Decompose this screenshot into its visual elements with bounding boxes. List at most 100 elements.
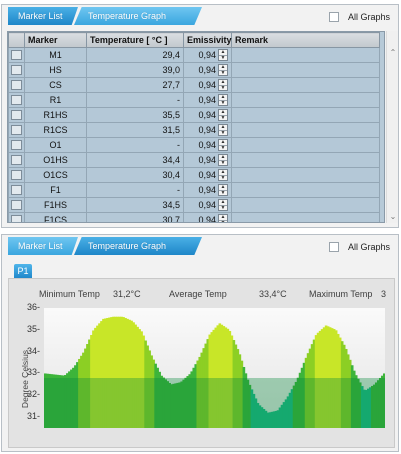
marker-cell: O1HS <box>24 152 87 168</box>
emissivity-spinner[interactable]: ▲ ▼ <box>218 214 228 222</box>
row-selector[interactable] <box>8 167 25 183</box>
temperature-cell: - <box>86 92 184 108</box>
row-selector[interactable] <box>8 197 25 213</box>
table-row[interactable]: O1HS 34,4 0,94 ▲ ▼ <box>8 152 380 168</box>
scroll-down-icon[interactable]: ⌄ <box>387 211 399 223</box>
spin-down-icon[interactable]: ▼ <box>219 175 227 181</box>
emissivity-value[interactable]: 0,94 <box>198 170 216 180</box>
spin-down-icon[interactable]: ▼ <box>219 190 227 196</box>
temperature-cell: 27,7 <box>86 77 184 93</box>
spin-down-icon[interactable]: ▼ <box>219 220 227 222</box>
y-tick-label: 32- <box>27 389 41 400</box>
emissivity-value[interactable]: 0,94 <box>198 125 216 135</box>
table-row[interactable]: R1-0,94 ▲ ▼ <box>8 92 380 108</box>
emissivity-value[interactable]: 0,94 <box>198 185 216 195</box>
table-scrollbar[interactable]: ⌃ ⌄ <box>386 31 398 223</box>
emissivity-value[interactable]: 0,94 <box>198 215 216 222</box>
table-row[interactable]: F1CS 30,7 0,94 ▲ ▼ <box>8 212 380 222</box>
temperature-cell: 39,0 <box>86 62 184 78</box>
emissivity-spinner[interactable]: ▲ ▼ <box>218 79 228 91</box>
emissivity-spinner[interactable]: ▲ ▼ <box>218 94 228 106</box>
all-graphs-toggle-2[interactable]: All Graphs <box>328 241 390 253</box>
spin-down-icon[interactable]: ▼ <box>219 130 227 136</box>
emissivity-value[interactable]: 0,94 <box>198 50 216 60</box>
emissivity-value[interactable]: 0,94 <box>198 155 216 165</box>
temperature-cell: - <box>86 182 184 198</box>
tab-temperature-graph[interactable]: Temperature Graph <box>74 7 202 25</box>
all-graphs-checkbox[interactable] <box>328 12 339 22</box>
table-row[interactable]: F1HS 34,5 0,94 ▲ ▼ <box>8 197 380 213</box>
emissivity-value[interactable]: 0,94 <box>198 200 216 210</box>
row-selector[interactable] <box>8 182 25 198</box>
row-selector[interactable] <box>8 107 25 123</box>
table-row[interactable]: HS 39,0 0,94 ▲ ▼ <box>8 62 380 78</box>
remark-cell[interactable] <box>231 212 380 222</box>
emissivity-spinner[interactable]: ▲ ▼ <box>218 124 228 136</box>
row-selector[interactable] <box>8 77 25 93</box>
column-header-remark[interactable]: Remark <box>231 32 380 48</box>
row-selector[interactable] <box>8 62 25 78</box>
row-selector[interactable] <box>8 122 25 138</box>
remark-cell[interactable] <box>231 77 380 93</box>
row-selector[interactable] <box>8 152 25 168</box>
tab-marker-list[interactable]: Marker List <box>8 7 78 25</box>
remark-cell[interactable] <box>231 92 380 108</box>
row-selector[interactable] <box>8 47 25 63</box>
table-row[interactable]: R1HS 35,5 0,94 ▲ ▼ <box>8 107 380 123</box>
all-graphs-checkbox-2[interactable] <box>328 242 339 252</box>
spin-down-icon[interactable]: ▼ <box>219 145 227 151</box>
emissivity-spinner[interactable]: ▲ ▼ <box>218 49 228 61</box>
row-selector[interactable] <box>8 137 25 153</box>
table-row[interactable]: F1-0,94 ▲ ▼ <box>8 182 380 198</box>
remark-cell[interactable] <box>231 152 380 168</box>
all-graphs-toggle[interactable]: All Graphs <box>328 11 390 23</box>
emissivity-spinner[interactable]: ▲ ▼ <box>218 169 228 181</box>
remark-cell[interactable] <box>231 122 380 138</box>
emissivity-spinner[interactable]: ▲ ▼ <box>218 184 228 196</box>
column-header-marker[interactable]: Marker <box>24 32 87 48</box>
remark-cell[interactable] <box>231 47 380 63</box>
emissivity-spinner[interactable]: ▲ ▼ <box>218 199 228 211</box>
emissivity-value[interactable]: 0,94 <box>198 65 216 75</box>
table-row[interactable]: O1CS 30,4 0,94 ▲ ▼ <box>8 167 380 183</box>
table-row[interactable]: M1 29,4 0,94 ▲ ▼ <box>8 47 380 63</box>
remark-cell[interactable] <box>231 197 380 213</box>
emissivity-spinner[interactable]: ▲ ▼ <box>218 139 228 151</box>
tab-temperature-graph-2[interactable]: Temperature Graph <box>74 237 202 255</box>
column-header-emissivity[interactable]: Emissivity <box>183 32 232 48</box>
emissivity-value[interactable]: 0,94 <box>198 110 216 120</box>
spin-down-icon[interactable]: ▼ <box>219 115 227 121</box>
remark-cell[interactable] <box>231 167 380 183</box>
emissivity-value[interactable]: 0,94 <box>198 140 216 150</box>
remark-cell[interactable] <box>231 182 380 198</box>
spin-down-icon[interactable]: ▼ <box>219 160 227 166</box>
remark-cell[interactable] <box>231 137 380 153</box>
marker-table: Marker Temperature [ °C ] Emissivity Rem… <box>7 31 385 223</box>
scroll-up-icon[interactable]: ⌃ <box>387 47 399 59</box>
spin-down-icon[interactable]: ▼ <box>219 70 227 76</box>
column-header-temperature[interactable]: Temperature [ °C ] <box>86 32 184 48</box>
emissivity-spinner[interactable]: ▲ ▼ <box>218 64 228 76</box>
emissivity-value[interactable]: 0,94 <box>198 80 216 90</box>
emissivity-spinner[interactable]: ▲ ▼ <box>218 109 228 121</box>
tab-bar: Marker List Temperature Graph All Graphs <box>2 5 398 27</box>
spin-down-icon[interactable]: ▼ <box>219 55 227 61</box>
profile-tab-p1[interactable]: P1 <box>14 264 32 278</box>
marker-cell: O1CS <box>24 167 87 183</box>
emissivity-value[interactable]: 0,94 <box>198 95 216 105</box>
row-selector[interactable] <box>8 92 25 108</box>
spin-down-icon[interactable]: ▼ <box>219 205 227 211</box>
table-row[interactable]: O1-0,94 ▲ ▼ <box>8 137 380 153</box>
emissivity-spinner[interactable]: ▲ ▼ <box>218 154 228 166</box>
marker-cell: M1 <box>24 47 87 63</box>
remark-cell[interactable] <box>231 62 380 78</box>
spin-down-icon[interactable]: ▼ <box>219 85 227 91</box>
emissivity-cell: 0,94 ▲ ▼ <box>183 197 232 213</box>
tab-marker-list-2[interactable]: Marker List <box>8 237 78 255</box>
table-row[interactable]: CS 27,7 0,94 ▲ ▼ <box>8 77 380 93</box>
remark-cell[interactable] <box>231 107 380 123</box>
row-selector[interactable] <box>8 212 25 222</box>
spin-down-icon[interactable]: ▼ <box>219 100 227 106</box>
emissivity-cell: 0,94 ▲ ▼ <box>183 107 232 123</box>
table-row[interactable]: R1CS 31,5 0,94 ▲ ▼ <box>8 122 380 138</box>
